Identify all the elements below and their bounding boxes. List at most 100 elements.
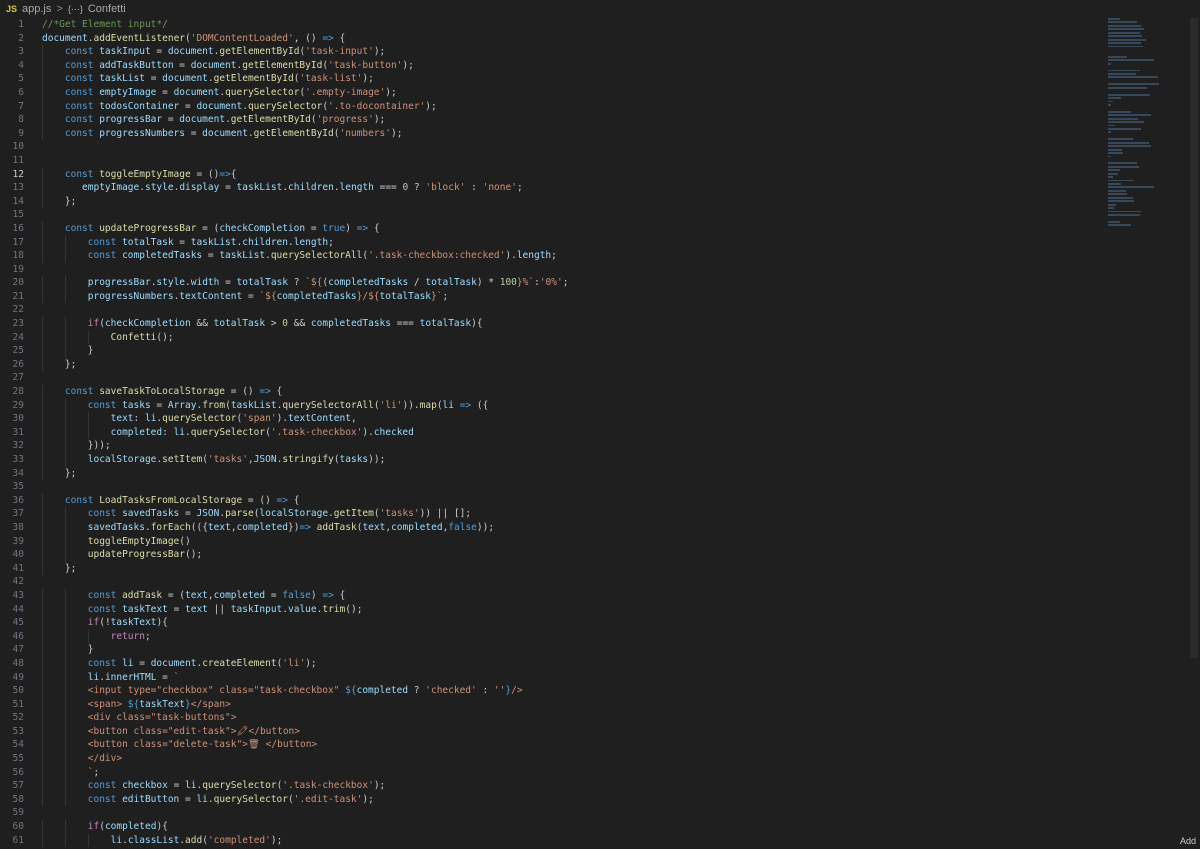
code-token: const (42, 780, 123, 792)
code-line[interactable]: const toggleEmptyImage = ()=>{ (42, 167, 1102, 182)
code-line[interactable]: localStorage.setItem('tasks',JSON.string… (42, 453, 1102, 467)
code-editor[interactable]: //*Get Element input*/ document.addEventL… (42, 18, 1102, 849)
code-line[interactable]: return; (42, 629, 1102, 644)
code-token: ? (408, 182, 426, 194)
indent-guide (64, 507, 66, 521)
code-line[interactable] (42, 154, 1102, 168)
code-token: localStorage (87, 454, 157, 465)
code-line[interactable] (42, 263, 1102, 277)
code-line[interactable]: <button class="edit-task">🖍</button> (42, 724, 1102, 739)
code-token: /> (511, 685, 523, 697)
indent-guide (64, 670, 66, 685)
code-line[interactable] (42, 303, 1102, 317)
code-line[interactable]: const editButton = li.querySelector('.ed… (42, 792, 1102, 807)
code-line[interactable]: }; (42, 194, 1102, 209)
code-token: li (122, 657, 134, 669)
code-line[interactable]: const totalTask = taskList.children.leng… (42, 235, 1102, 250)
code-line[interactable] (42, 140, 1102, 154)
indent-guide (42, 317, 43, 331)
scrollbar-thumb[interactable] (1190, 18, 1198, 658)
indent-guide (64, 820, 66, 834)
line-number: 29 (12, 399, 24, 411)
code-line[interactable]: <div class="task-buttons"> (42, 711, 1102, 725)
minimap-line (1108, 141, 1150, 144)
code-line[interactable]: const updateProgressBar = (checkCompleti… (42, 221, 1102, 236)
line-number: 10 (12, 141, 24, 153)
code-token: ) * (476, 277, 500, 289)
code-token: const (42, 386, 100, 398)
minimap-line (1108, 189, 1127, 192)
code-line[interactable]: savedTasks.forEach(({text,completed})=> … (42, 520, 1102, 535)
code-line[interactable]: toggleEmptyImage() (42, 534, 1102, 549)
minimap-line (1108, 176, 1113, 179)
code-token: display (179, 182, 220, 194)
code-line[interactable]: if(checkCompletion && totalTask > 0 && c… (42, 317, 1102, 331)
code-token: }; (42, 358, 77, 370)
code-line[interactable]: Confetti(); (42, 330, 1102, 345)
code-token: text (110, 413, 134, 425)
code-line[interactable]: //*Get Element input*/ (42, 18, 1102, 32)
code-line[interactable]: <input type="checkbox" class="task-check… (42, 684, 1102, 698)
code-line[interactable]: if(completed){ (42, 820, 1102, 834)
minimap[interactable] (1108, 18, 1178, 233)
indent-guide (64, 833, 66, 848)
code-line[interactable]: const emptyImage = document.querySelecto… (42, 85, 1102, 100)
code-line[interactable]: const taskInput = document.getElementByI… (42, 45, 1102, 59)
code-line[interactable]: progressNumbers.textContent = `${complet… (42, 289, 1102, 304)
code-line[interactable]: progressBar.style.width = totalTask ? `$… (42, 276, 1102, 290)
code-line[interactable]: }; (42, 466, 1102, 481)
code-line[interactable]: const addTaskButton = document.getElemen… (42, 58, 1102, 73)
code-line[interactable]: </div> (42, 752, 1102, 766)
code-line[interactable]: })); (42, 439, 1102, 453)
code-line[interactable]: <button class="delete-task">🗑 </button> (42, 738, 1102, 753)
code-line[interactable]: li.innerHTML = ` (42, 670, 1102, 685)
line-number: 50 (12, 685, 24, 697)
line-number: 53 (12, 725, 24, 737)
code-line[interactable]: `; (42, 765, 1102, 780)
code-line[interactable]: const progressBar = document.getElementB… (42, 113, 1102, 127)
code-line[interactable]: const taskList = document.getElementById… (42, 72, 1102, 86)
code-line[interactable]: const tasks = Array.from(taskList.queryS… (42, 398, 1102, 413)
code-line[interactable]: const todosContainer = document.querySel… (42, 99, 1102, 114)
code-line[interactable]: li.classList.add('completed'); (42, 833, 1102, 848)
code-token: () (207, 168, 220, 180)
code-line[interactable]: updateProgressBar(); (42, 548, 1102, 562)
breadcrumb-symbol[interactable]: Confetti (88, 3, 126, 15)
line-number: 6 (18, 86, 24, 98)
code-line[interactable]: const li = document.createElement('li'); (42, 656, 1102, 671)
code-token: && (288, 318, 311, 330)
code-line[interactable] (42, 575, 1102, 589)
code-token: value (288, 603, 317, 615)
code-line[interactable]: const savedTasks = JSON.parse(localStora… (42, 507, 1102, 521)
code-line[interactable]: const completedTasks = taskList.querySel… (42, 249, 1102, 263)
code-line[interactable] (42, 806, 1102, 820)
code-line[interactable] (42, 371, 1102, 385)
line-number: 35 (12, 481, 24, 493)
code-line[interactable]: }; (42, 561, 1102, 576)
code-line[interactable]: emptyImage.style.display = taskList.chil… (42, 181, 1102, 195)
line-number: 33 (12, 454, 24, 465)
code-line[interactable]: const LoadTasksFromLocalStorage = () => … (42, 493, 1102, 508)
code-line[interactable]: }; (42, 357, 1102, 372)
code-line[interactable]: <span> ${taskText}</span> (42, 697, 1102, 712)
code-token: getElementById (253, 127, 334, 139)
code-line[interactable]: text: li.querySelector('span').textConte… (42, 412, 1102, 426)
breadcrumb-file[interactable]: app.js (22, 3, 51, 15)
code-line[interactable]: const taskText = text || taskInput.value… (42, 602, 1102, 617)
minimap-line (1108, 24, 1141, 27)
code-token: document (190, 59, 237, 71)
code-line[interactable]: const addTask = (text,completed = false)… (42, 588, 1102, 603)
code-line[interactable]: const saveTaskToLocalStorage = () => { (42, 385, 1102, 399)
code-line[interactable]: const progressNumbers = document.getElem… (42, 126, 1102, 141)
code-line[interactable]: const checkbox = li.querySelector('.task… (42, 779, 1102, 793)
code-line[interactable] (42, 208, 1102, 222)
code-line[interactable]: completed: li.querySelector('.task-check… (42, 425, 1102, 440)
code-token: checkCompletion (104, 318, 191, 330)
line-number: 25 (12, 345, 24, 357)
minimap-line (1108, 83, 1159, 86)
code-line[interactable] (42, 480, 1102, 494)
code-line[interactable]: document.addEventListener('DOMContentLoa… (42, 32, 1102, 46)
code-line[interactable]: } (42, 344, 1102, 358)
code-line[interactable]: } (42, 643, 1102, 657)
code-line[interactable]: if(!taskText){ (42, 616, 1102, 630)
